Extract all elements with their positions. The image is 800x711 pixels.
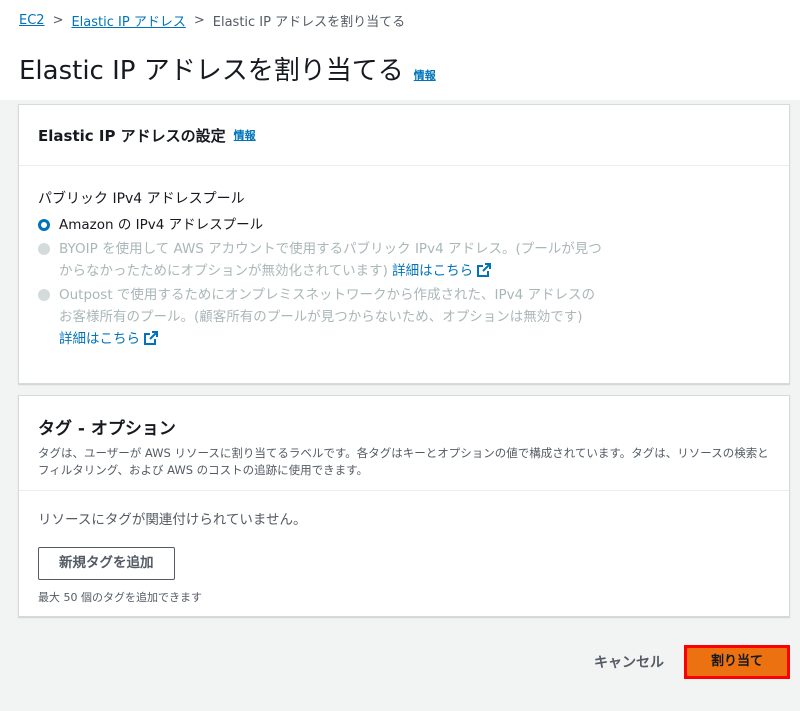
breadcrumb: EC2 > Elastic IP アドレス > Elastic IP アドレスを… — [19, 11, 405, 30]
settings-panel: Elastic IP アドレスの設定 情報 パブリック IPv4 アドレスプール… — [18, 104, 790, 384]
chevron-right-icon: > — [193, 13, 205, 28]
page-title-text: Elastic IP アドレスを割り当てる — [19, 56, 404, 86]
chevron-right-icon: > — [52, 13, 64, 28]
form-actions: キャンセル 割り当て — [594, 645, 790, 679]
breadcrumb-elastic-ip[interactable]: Elastic IP アドレス — [71, 11, 185, 30]
radio-option-amazon-pool[interactable]: Amazon の IPv4 アドレスプール — [38, 214, 770, 236]
radio-disabled-icon — [38, 289, 50, 301]
settings-panel-header: Elastic IP アドレスの設定 情報 — [19, 105, 789, 166]
external-link-icon — [144, 331, 158, 345]
radio-option-label: Outpost で使用するためにオンプレミスネットワークから作成された、IPv4… — [59, 287, 596, 325]
tags-panel-header: タグ - オプション タグは、ユーザーが AWS リソースに割り当てるラベルです… — [19, 396, 789, 491]
byoip-learn-more-link[interactable]: 詳細はこちら — [392, 263, 492, 279]
page-info-link[interactable]: 情報 — [414, 67, 436, 83]
radio-checked-icon[interactable] — [38, 219, 50, 231]
tags-panel-body: リソースにタグが関連付けられていません。 新規タグを追加 最大 50 個のタグを… — [19, 491, 789, 605]
add-tag-button[interactable]: 新規タグを追加 — [38, 547, 175, 580]
settings-panel-body: パブリック IPv4 アドレスプール Amazon の IPv4 アドレスプール… — [19, 166, 789, 350]
radio-option-byoip: BYOIP を使用して AWS アカウントで使用するパブリック IPv4 アドレ… — [38, 238, 770, 282]
radio-option-label: BYOIP を使用して AWS アカウントで使用するパブリック IPv4 アドレ… — [59, 241, 602, 279]
radio-option-byoip-text: BYOIP を使用して AWS アカウントで使用するパブリック IPv4 アドレ… — [59, 238, 604, 282]
settings-panel-title: Elastic IP アドレスの設定 — [38, 126, 226, 145]
outpost-learn-more-link[interactable]: 詳細はこちら — [59, 331, 158, 347]
breadcrumb-ec2[interactable]: EC2 — [19, 13, 45, 28]
page-title: Elastic IP アドレスを割り当てる 情報 — [19, 50, 436, 87]
pool-field-label: パブリック IPv4 アドレスプール — [38, 191, 245, 207]
header-area: EC2 > Elastic IP アドレス > Elastic IP アドレスを… — [0, 0, 800, 100]
allocate-button[interactable]: 割り当て — [687, 648, 787, 676]
radio-disabled-icon — [38, 243, 50, 255]
settings-info-link[interactable]: 情報 — [234, 127, 256, 143]
submit-highlight: 割り当て — [684, 645, 790, 679]
page: EC2 > Elastic IP アドレス > Elastic IP アドレスを… — [0, 0, 800, 711]
tag-limit-text: 最大 50 個のタグを追加できます — [38, 591, 202, 604]
tags-panel-title: タグ - オプション — [38, 419, 176, 439]
no-tags-text: リソースにタグが関連付けられていません。 — [38, 512, 307, 528]
cancel-button[interactable]: キャンセル — [594, 652, 664, 672]
radio-option-outpost: Outpost で使用するためにオンプレミスネットワークから作成された、IPv4… — [38, 284, 770, 350]
external-link-icon — [477, 263, 492, 277]
breadcrumb-current: Elastic IP アドレスを割り当てる — [212, 15, 406, 30]
radio-option-label: Amazon の IPv4 アドレスプール — [59, 217, 264, 233]
tags-description: タグは、ユーザーが AWS リソースに割り当てるラベルです。各タグはキーとオプシ… — [38, 446, 769, 477]
radio-option-outpost-text: Outpost で使用するためにオンプレミスネットワークから作成された、IPv4… — [59, 284, 604, 350]
tags-panel: タグ - オプション タグは、ユーザーが AWS リソースに割り当てるラベルです… — [18, 395, 790, 617]
